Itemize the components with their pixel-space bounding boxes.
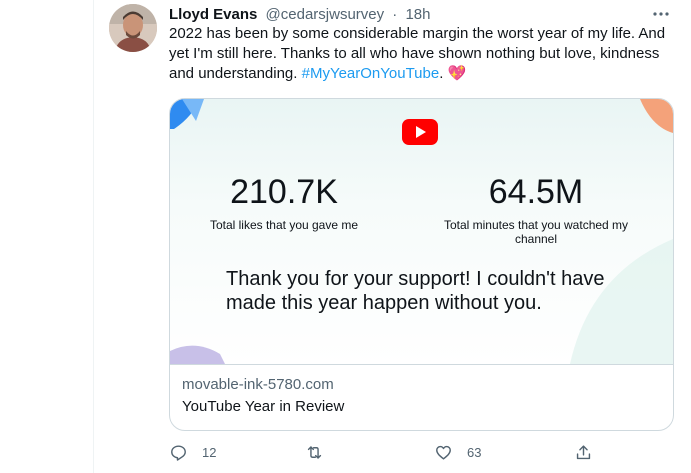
thanks-message: Thank you for your support! I couldn't h… (226, 268, 605, 314)
retweet-button[interactable] (305, 440, 338, 464)
avatar-image (109, 4, 157, 52)
link-card[interactable]: 210.7K Total likes that you gave me 64.5… (169, 98, 674, 431)
card-meta[interactable]: movable-ink-5780.com YouTube Year in Rev… (170, 365, 673, 427)
retweet-icon (307, 445, 322, 459)
card-image[interactable]: 210.7K Total likes that you gave me 64.5… (170, 99, 673, 365)
reply-icon (171, 444, 186, 461)
more-icon (653, 12, 669, 16)
share-button[interactable] (574, 440, 593, 464)
heart-emoji: 💖 (447, 65, 467, 82)
stat-minutes-label: Total minutes that you watched my channe… (443, 218, 629, 246)
stat-minutes-value: 64.5M (488, 173, 584, 211)
stat-minutes: 64.5M Total minutes that you watched my … (430, 173, 642, 246)
tweet-timestamp[interactable]: 18h (405, 6, 430, 23)
stat-likes: 210.7K Total likes that you gave me (184, 173, 384, 232)
card-domain: movable-ink-5780.com (182, 376, 334, 393)
display-name[interactable]: Lloyd Evans (169, 6, 257, 23)
tweet-text-tail: . (439, 65, 448, 82)
stat-likes-value: 210.7K (230, 173, 338, 211)
share-icon (576, 444, 591, 459)
card-title: YouTube Year in Review (182, 398, 345, 415)
avatar[interactable] (109, 4, 157, 52)
separator-dot: · (392, 6, 398, 23)
like-icon (436, 445, 451, 460)
timeline-border (93, 0, 94, 473)
reply-button[interactable]: 12 (169, 440, 216, 464)
tweet-actions: 12 63 (169, 440, 674, 464)
reply-count: 12 (202, 444, 217, 460)
tweet-text: 2022 has been by some considerable margi… (169, 24, 674, 84)
youtube-logo-icon (402, 119, 438, 150)
like-count: 63 (467, 444, 482, 460)
more-options-button[interactable] (649, 4, 673, 24)
like-button[interactable]: 63 (434, 440, 481, 464)
stat-likes-label: Total likes that you gave me (209, 218, 359, 232)
user-handle[interactable]: @cedarsjwsurvey (266, 6, 385, 23)
hashtag-link[interactable]: #MyYearOnYouTube (302, 65, 440, 82)
tweet-header: Lloyd Evans @cedarsjwsurvey · 18h (169, 6, 674, 26)
